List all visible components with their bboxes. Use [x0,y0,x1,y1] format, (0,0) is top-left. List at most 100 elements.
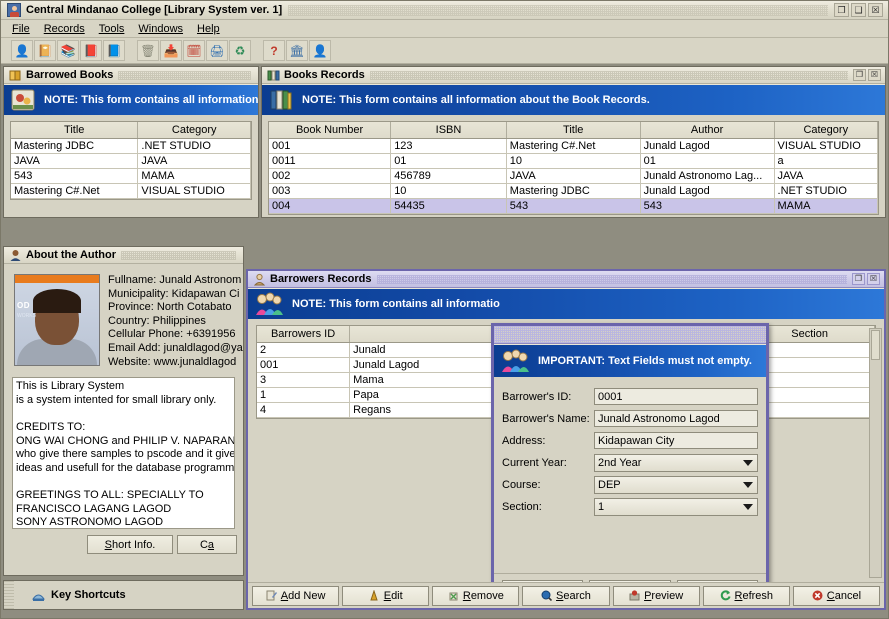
section-label: Section: [502,500,542,513]
books-shelf-icon[interactable]: 📚 [57,40,79,61]
course-value: DEP [598,478,621,491]
book-open-icon[interactable]: 📔 [34,40,56,61]
menu-records[interactable]: Records [37,22,92,36]
key-shortcuts-label: Key Shortcuts [51,589,126,601]
preview-button[interactable]: Preview [612,585,700,606]
column-header-author[interactable]: Author [640,122,775,139]
table-row-selected[interactable]: 004 54435 543 543 MAMA [269,198,878,214]
cancel-button[interactable]: Cancel [792,585,880,606]
restore-button[interactable]: ❐ [853,69,866,81]
cell-author: Junald Astronomo Lag... [640,168,775,184]
section-select[interactable]: 1 [594,497,758,516]
titlebar-texture [369,70,848,80]
library-icon[interactable]: 🏛 [286,40,308,61]
course-select[interactable]: DEP [594,475,758,494]
address-field[interactable]: Kidapawan City [594,432,758,449]
menu-file[interactable]: File [5,22,37,36]
dialog-form: Barrower's ID: 0001 Barrower's Name: Jun… [494,377,766,519]
table-row[interactable]: Mastering JDBC .NET STUDIO [11,138,251,154]
short-info-button[interactable]: Short Info. [87,535,173,555]
add-new-mnemonic: A [280,589,289,602]
new-record-icon[interactable]: 🗑 [137,40,159,61]
about-author-icon[interactable]: 👤 [309,40,331,61]
author-email: Email Add: junaldlagod@ya [108,341,243,354]
cancel-label-c: C [199,538,208,551]
search-button[interactable]: Search [522,585,610,606]
add-new-label: dd New [288,589,326,602]
cell-category: JAVA [774,168,878,184]
cancel-button[interactable]: Ca [177,535,237,555]
close-button[interactable]: ☒ [868,3,883,17]
cell-title: Mastering C#.Net [506,138,641,154]
barrowed-books-frame: Barrowed Books NOTE: This form contains … [3,66,259,218]
barrower-id-field[interactable]: 0001 [594,388,758,405]
close-button[interactable]: ☒ [867,273,880,285]
remove-button[interactable]: Remove [432,585,520,606]
menu-help[interactable]: Help [190,22,227,36]
column-header-title[interactable]: Title [11,122,139,139]
barrowed-books-titlebar: Barrowed Books [4,67,258,84]
close-button[interactable]: ☒ [868,69,881,81]
cell-barrowers-id: 001 [257,357,351,373]
maximize-button[interactable]: ❑ [851,3,866,17]
key-shortcuts-row[interactable]: Key Shortcuts [4,581,243,609]
refresh-icon[interactable]: ♻ [229,40,251,61]
author-country: Country: Philippines [108,314,206,327]
current-year-select[interactable]: 2nd Year [594,453,758,472]
cell-title: JAVA [506,168,641,184]
column-header-category[interactable]: Category [137,122,251,139]
app-icon [7,3,21,17]
table-row[interactable]: 0011 01 10 01 a [269,153,878,169]
edit-button[interactable]: Edit [342,585,430,606]
restore-button[interactable]: ❐ [852,273,865,285]
table-row[interactable]: 002 456789 JAVA Junald Astronomo Lag... … [269,168,878,184]
menu-tools[interactable]: Tools [92,22,132,36]
calendar-icon[interactable]: 🗓 [183,40,205,61]
borrower-icon[interactable]: 👤 [11,40,33,61]
table-row[interactable]: JAVA JAVA [11,153,251,169]
column-header-title[interactable]: Title [506,122,641,139]
cell-category: JAVA [137,153,251,169]
print-icon[interactable]: 🖨 [206,40,228,61]
cell-category: a [774,153,878,169]
dialog-note-text: IMPORTANT: Text Fields must not empty. [538,355,752,367]
books-records-icon [267,69,280,82]
barrower-name-field[interactable]: Junald Astronomo Lagod [594,410,758,427]
add-new-button[interactable]: Add New [252,585,340,606]
photo-hair [33,289,81,313]
table-row[interactable]: 003 10 Mastering JDBC Junald Lagod .NET … [269,183,878,199]
column-header-book-number[interactable]: Book Number [269,122,392,139]
borrow-book-icon[interactable]: 📘 [103,40,125,61]
menu-windows[interactable]: Windows [131,22,190,36]
cell-category: VISUAL STUDIO [774,138,878,154]
scrollbar-thumb[interactable] [871,330,880,360]
column-header-isbn[interactable]: ISBN [390,122,507,139]
cell-title: JAVA [11,153,139,169]
barrower-name-label: Barrower's Name: [502,412,590,425]
dialog-titlebar [494,326,766,344]
table-row[interactable]: Mastering C#.Net VISUAL STUDIO [11,183,251,199]
vertical-scrollbar[interactable] [869,328,882,578]
return-book-icon[interactable]: 📕 [80,40,102,61]
form-row-address: Address: Kidapawan City [502,431,758,450]
refresh-button[interactable]: Refresh [702,585,790,606]
table-row[interactable]: 543 MAMA [11,168,251,184]
cell-book-number: 0011 [269,153,392,169]
toolbar-group-help: ? 🏛 👤 [263,40,331,61]
author-phone: Cellular Phone: +6391956 [108,328,236,341]
author-province: Province: North Cotabato [108,301,232,314]
restore-button[interactable]: ❐ [834,3,849,17]
chevron-down-icon [743,459,753,466]
preview-label: review [651,589,684,602]
barrowers-records-frame: Barrowers Records ❐ ☒ NOTE: This form co… [246,269,886,610]
column-header-category[interactable]: Category [774,122,878,139]
cell-isbn: 10 [390,183,507,199]
help-icon[interactable]: ? [263,40,285,61]
books-records-titlebar: Books Records ❐ ☒ [262,67,885,84]
titlebar-texture [376,274,847,284]
save-record-icon[interactable]: 📥 [160,40,182,61]
address-label: Address: [502,434,546,447]
author-municipality: Municipality: Kidapawan Ci [108,287,240,300]
column-header-barrowers-id[interactable]: Barrowers ID [257,326,351,343]
table-row[interactable]: 001 123 Mastering C#.Net Junald Lagod VI… [269,138,878,154]
